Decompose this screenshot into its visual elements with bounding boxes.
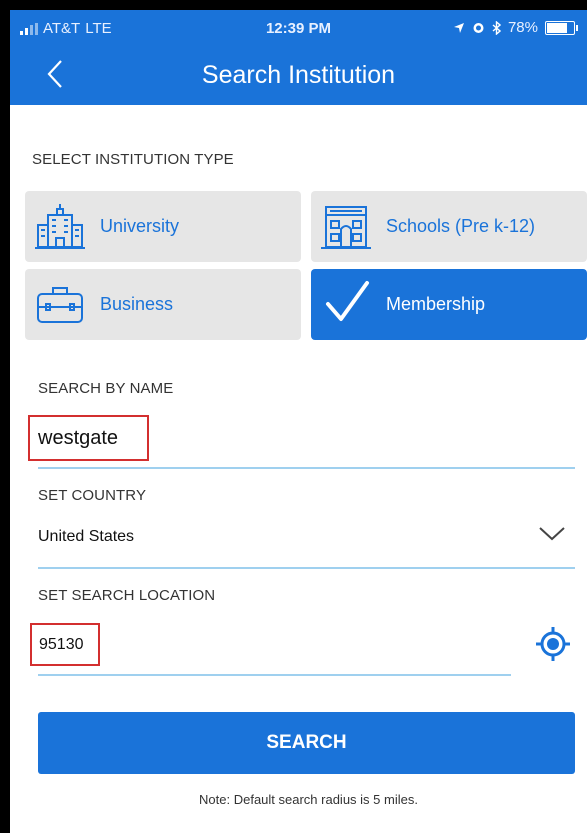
search-name-label: SEARCH BY NAME [38, 380, 174, 397]
location-label: SET SEARCH LOCATION [38, 587, 216, 604]
type-membership[interactable]: Membership [311, 269, 587, 340]
country-dropdown-button[interactable] [538, 526, 566, 547]
search-radius-note: Note: Default search radius is 5 miles. [199, 792, 418, 807]
chevron-down-icon [539, 527, 565, 541]
bluetooth-icon [492, 20, 501, 35]
country-label: SET COUNTRY [38, 487, 147, 504]
type-business-label: Business [100, 294, 174, 314]
checkmark-icon [326, 281, 369, 321]
battery-level [547, 22, 567, 33]
battery-percent: 78% [507, 19, 538, 36]
nav-bar: Search Institution [10, 44, 587, 105]
location-input[interactable]: 95130 [30, 623, 100, 666]
country-underline [38, 567, 575, 569]
status-right: 78% [453, 19, 578, 36]
alarm-icon [473, 23, 484, 33]
type-schools-label: Schools (Pre k-12) [386, 216, 536, 236]
type-membership-label: Membership [386, 294, 486, 314]
page-title: Search Institution [201, 61, 396, 89]
crosshair-icon [536, 627, 570, 661]
university-building-icon [35, 204, 85, 249]
search-button[interactable]: SEARCH [38, 712, 575, 774]
type-university-label: University [100, 216, 180, 236]
school-building-icon [321, 206, 371, 249]
app-screen: AT&T LTE 12:39 PM 78% Search Institution [10, 10, 587, 833]
institution-type-label: SELECT INSTITUTION TYPE [32, 151, 234, 168]
location-underline [38, 674, 511, 676]
locate-button[interactable] [534, 625, 572, 668]
type-business[interactable]: Business [25, 269, 301, 340]
top-bar: AT&T LTE 12:39 PM 78% Search Institution [10, 10, 587, 105]
briefcase-icon [37, 287, 83, 323]
location-arrow-icon [453, 22, 464, 33]
type-university[interactable]: University [25, 191, 301, 262]
type-schools[interactable]: Schools (Pre k-12) [311, 191, 587, 262]
country-select[interactable]: United States [38, 528, 134, 546]
status-bar: AT&T LTE 12:39 PM 78% [10, 10, 587, 44]
name-input-underline [38, 467, 575, 469]
battery-icon [545, 20, 578, 35]
name-input[interactable]: westgate [28, 415, 149, 461]
